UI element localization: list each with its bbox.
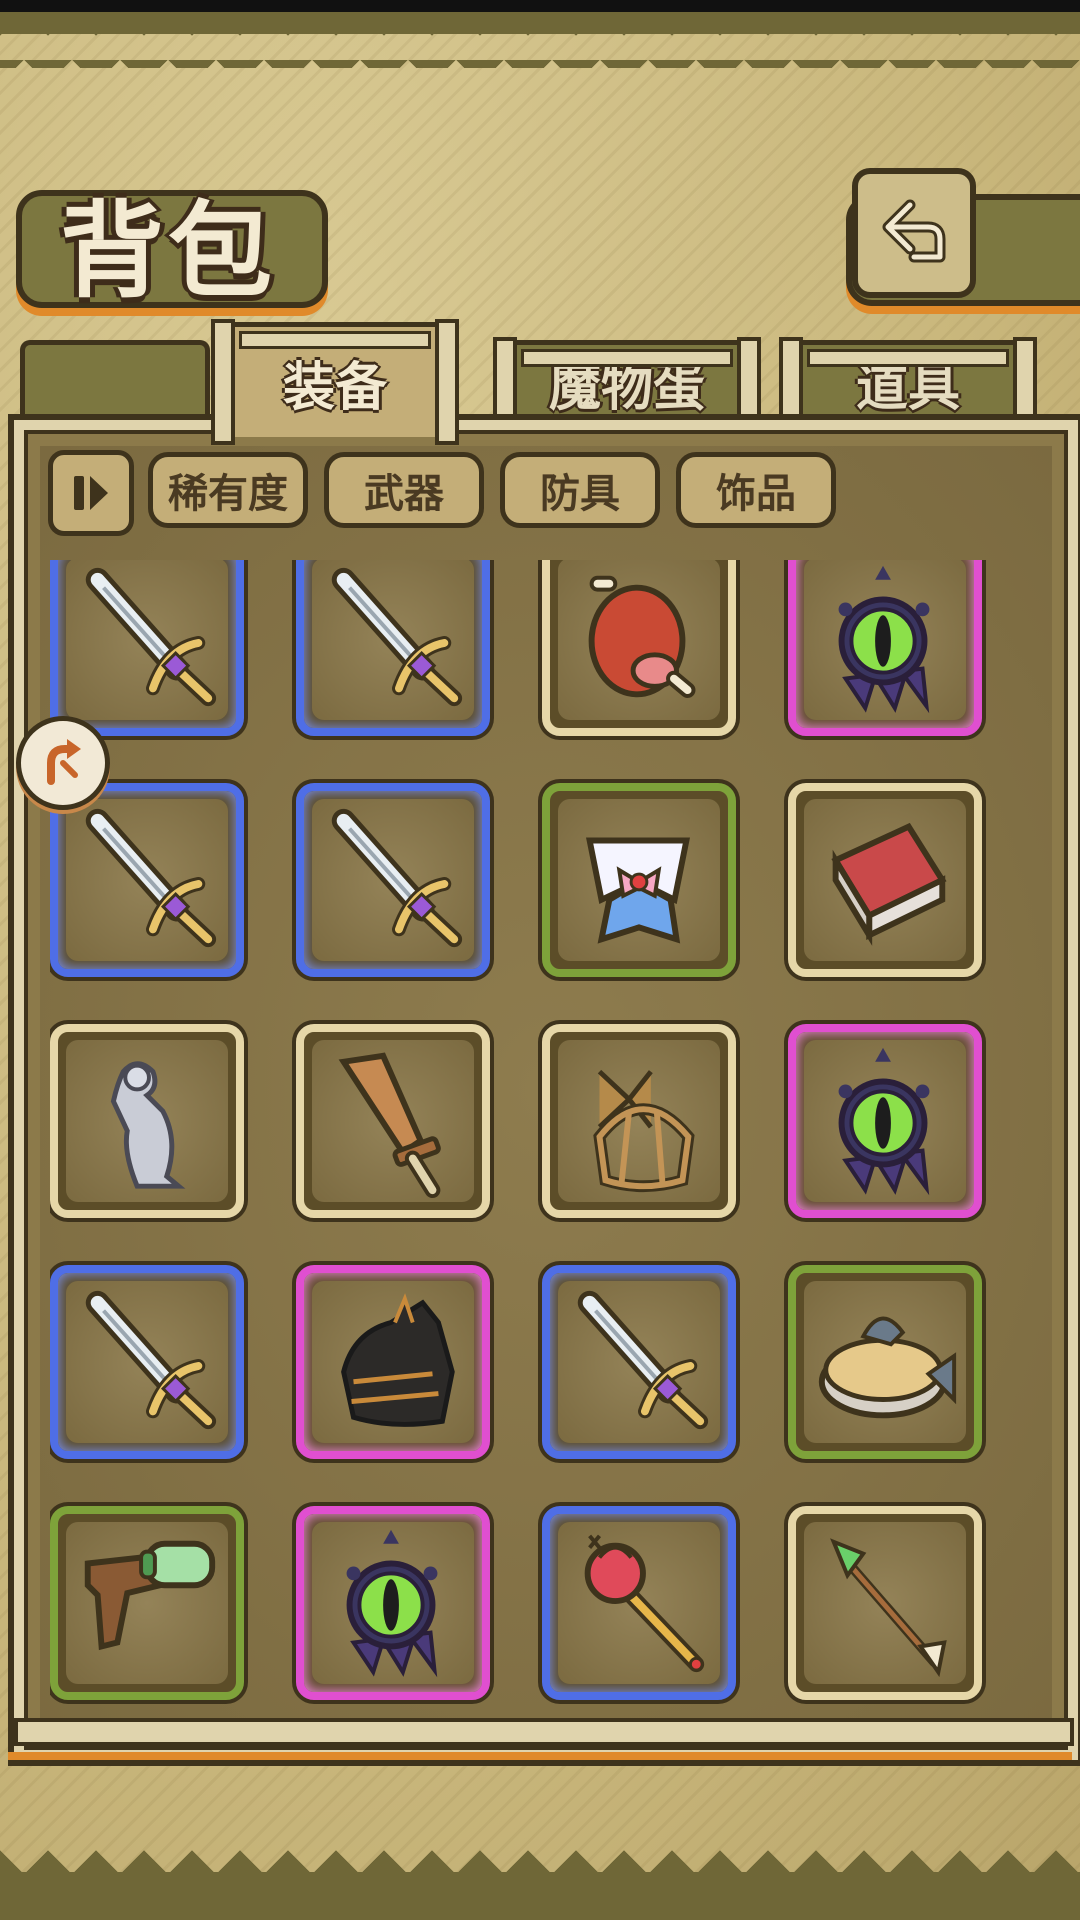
- water-gun-icon: [84, 1540, 216, 1651]
- tab-equipment[interactable]: 装备: [211, 319, 459, 445]
- inventory-slot[interactable]: [296, 1506, 490, 1700]
- inventory-slot[interactable]: [296, 1024, 490, 1218]
- return-button[interactable]: [852, 168, 976, 298]
- filter-chip-rarity[interactable]: 稀有度: [148, 452, 308, 528]
- statue-icon: [110, 1061, 186, 1189]
- inventory-slot[interactable]: [50, 560, 244, 736]
- inventory-slot[interactable]: [296, 1265, 490, 1459]
- sword-icon: [331, 567, 463, 707]
- inventory-slot[interactable]: [542, 1265, 736, 1459]
- status-bar: [0, 0, 1080, 12]
- sword-icon: [331, 808, 463, 948]
- birdcage-icon: [593, 1069, 695, 1193]
- brick-icon: [831, 822, 947, 946]
- inventory-slot[interactable]: [788, 560, 982, 736]
- inventory-slot[interactable]: [788, 1506, 982, 1700]
- inventory-slot[interactable]: [542, 783, 736, 977]
- inventory-slot[interactable]: [296, 560, 490, 736]
- sword-icon: [577, 1290, 709, 1430]
- sailor-collar-icon: [586, 837, 691, 944]
- inventory-slot[interactable]: [296, 783, 490, 977]
- fish-pie-icon: [818, 1316, 957, 1419]
- tab-rail: [239, 331, 431, 349]
- wooden-sword-icon: [338, 1052, 441, 1199]
- tab-post-right: [435, 319, 459, 445]
- tab-monster-eggs[interactable]: 魔物蛋: [493, 337, 761, 427]
- tab-bar: 装备 魔物蛋 道具: [20, 318, 1060, 445]
- inventory-grid: [50, 560, 1030, 1706]
- top-zigzag-border: [0, 12, 1080, 68]
- inventory-slot[interactable]: [50, 783, 244, 977]
- filter-chip-armor[interactable]: 防具: [500, 452, 660, 528]
- curved-arrow-icon: [47, 739, 81, 785]
- sword-icon: [85, 1290, 217, 1430]
- tab-rail: [521, 349, 733, 367]
- inventory-slot[interactable]: [542, 1506, 736, 1700]
- filter-chip-accessory[interactable]: 饰品: [676, 452, 836, 528]
- filter-toggle-button[interactable]: [48, 450, 134, 536]
- sword-icon: [85, 808, 217, 948]
- inventory-slot[interactable]: [788, 1265, 982, 1459]
- meat-icon: [588, 575, 696, 698]
- inventory-slot[interactable]: [50, 1265, 244, 1459]
- eye-charm-icon: [838, 1047, 930, 1196]
- sword-icon: [85, 567, 217, 707]
- arrow-icon: [830, 1538, 947, 1678]
- panel-bottom-trim: [8, 1752, 1072, 1760]
- filter-toggle-icon: [74, 476, 108, 510]
- tab-items[interactable]: 道具: [779, 337, 1037, 427]
- tab-spacer: [20, 340, 210, 419]
- inventory-slot[interactable]: [788, 783, 982, 977]
- bottom-zigzag-border: [0, 1830, 1080, 1874]
- inventory-slot[interactable]: [50, 1024, 244, 1218]
- panel-bottom-rail: [14, 1718, 1074, 1746]
- tab-post-left: [211, 319, 235, 445]
- filter-chip-weapon[interactable]: 武器: [324, 452, 484, 528]
- inventory-slot[interactable]: [788, 1024, 982, 1218]
- eye-charm-icon: [838, 565, 930, 714]
- tab-equipment-label: 装备: [282, 357, 387, 418]
- dark-armor-icon: [341, 1293, 455, 1427]
- bottom-border: [0, 1872, 1080, 1920]
- sort-toggle-button[interactable]: [16, 716, 110, 810]
- eye-charm-icon: [346, 1529, 438, 1678]
- inventory-slot[interactable]: [542, 560, 736, 736]
- page-title: 背包: [60, 190, 277, 312]
- inventory-slot[interactable]: [542, 1024, 736, 1218]
- scepter-icon: [584, 1534, 705, 1673]
- tab-rail: [807, 349, 1009, 367]
- inventory-slot[interactable]: [50, 1506, 244, 1700]
- return-arrow-icon: [882, 199, 946, 263]
